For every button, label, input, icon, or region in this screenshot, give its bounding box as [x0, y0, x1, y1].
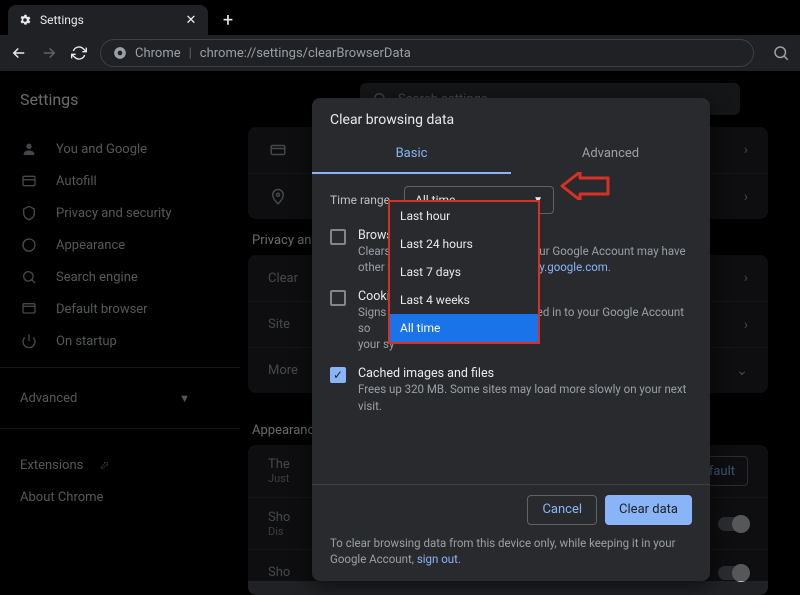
- dropdown-item[interactable]: Last 7 days: [390, 258, 538, 286]
- omnibox-url: chrome://settings/clearBrowserData: [200, 46, 411, 61]
- forward-button: [40, 44, 58, 62]
- tab-advanced[interactable]: Advanced: [511, 134, 710, 174]
- address-bar[interactable]: Chrome | chrome://settings/clearBrowserD…: [100, 39, 754, 67]
- option-cached[interactable]: ✓ Cached images and files Frees up 320 M…: [330, 366, 692, 413]
- checkbox[interactable]: [330, 290, 346, 306]
- close-icon[interactable]: ✕: [184, 13, 198, 27]
- browser-tab[interactable]: Settings ✕: [8, 5, 208, 35]
- dialog-title: Clear browsing data: [312, 98, 710, 128]
- tab-title: Settings: [40, 13, 84, 27]
- chrome-logo-icon: [113, 46, 127, 60]
- annotation-arrow-icon: [560, 172, 610, 200]
- dropdown-item[interactable]: Last 4 weeks: [390, 286, 538, 314]
- omnibox-prefix: Chrome: [135, 46, 181, 61]
- dropdown-item[interactable]: Last hour: [390, 202, 538, 230]
- clear-data-button[interactable]: Clear data: [605, 495, 692, 525]
- new-tab-button[interactable]: +: [214, 6, 242, 34]
- dropdown-item[interactable]: Last 24 hours: [390, 230, 538, 258]
- back-button[interactable]: [10, 44, 28, 62]
- option-desc: Frees up 320 MB. Some sites may load mor…: [358, 381, 692, 413]
- checkbox[interactable]: [330, 229, 346, 245]
- search-icon[interactable]: [772, 44, 790, 62]
- timerange-label: Time range: [330, 193, 390, 207]
- sign-out-link[interactable]: sign out: [417, 552, 458, 566]
- cancel-button[interactable]: Cancel: [527, 495, 597, 525]
- timerange-dropdown: Last hour Last 24 hours Last 7 days Last…: [388, 200, 540, 344]
- dropdown-item[interactable]: All time: [390, 314, 538, 342]
- tab-basic[interactable]: Basic: [312, 134, 511, 174]
- checkbox[interactable]: ✓: [330, 367, 346, 383]
- reload-button[interactable]: [70, 44, 88, 62]
- gear-icon: [18, 13, 32, 27]
- option-title: Cached images and files: [358, 366, 692, 381]
- dialog-footnote: To clear browsing data from this device …: [330, 535, 692, 567]
